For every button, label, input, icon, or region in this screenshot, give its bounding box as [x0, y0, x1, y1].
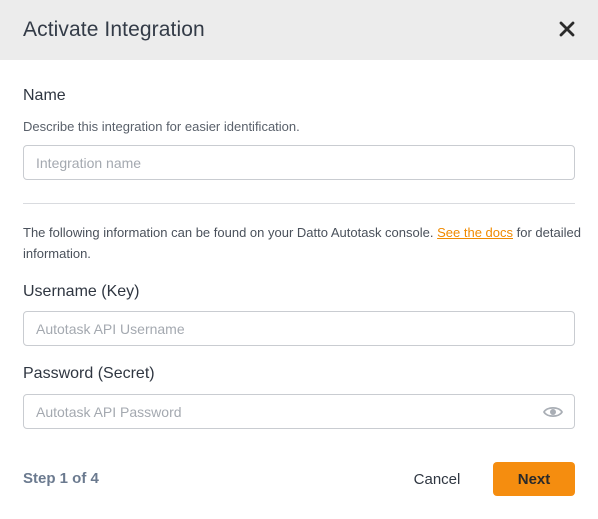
see-the-docs-link[interactable]: See the docs [437, 225, 513, 240]
eye-icon [542, 406, 564, 418]
close-button[interactable] [556, 18, 578, 40]
activate-integration-dialog: Activate Integration Name Describe this … [0, 0, 598, 519]
step-indicator: Step 1 of 4 [23, 470, 99, 487]
integration-name-field[interactable] [23, 145, 575, 180]
dialog-header: Activate Integration [0, 0, 598, 60]
next-button[interactable]: Next [493, 462, 575, 496]
password-label: Password (Secret) [23, 365, 155, 382]
password-field[interactable] [23, 394, 575, 429]
username-input[interactable] [24, 312, 574, 345]
cancel-button[interactable]: Cancel [400, 462, 474, 496]
name-hint: Describe this integration for easier ide… [23, 119, 300, 134]
password-input[interactable] [24, 395, 574, 428]
info-text-before: The following information can be found o… [23, 225, 434, 240]
username-label: Username (Key) [23, 283, 140, 300]
show-password-toggle[interactable] [542, 404, 564, 420]
docs-info-text: The following information can be found o… [23, 222, 583, 264]
section-divider [23, 203, 575, 204]
integration-name-input[interactable] [24, 146, 574, 179]
username-field[interactable] [23, 311, 575, 346]
close-icon [559, 21, 575, 37]
dialog-title: Activate Integration [23, 18, 205, 41]
name-label: Name [23, 87, 66, 104]
